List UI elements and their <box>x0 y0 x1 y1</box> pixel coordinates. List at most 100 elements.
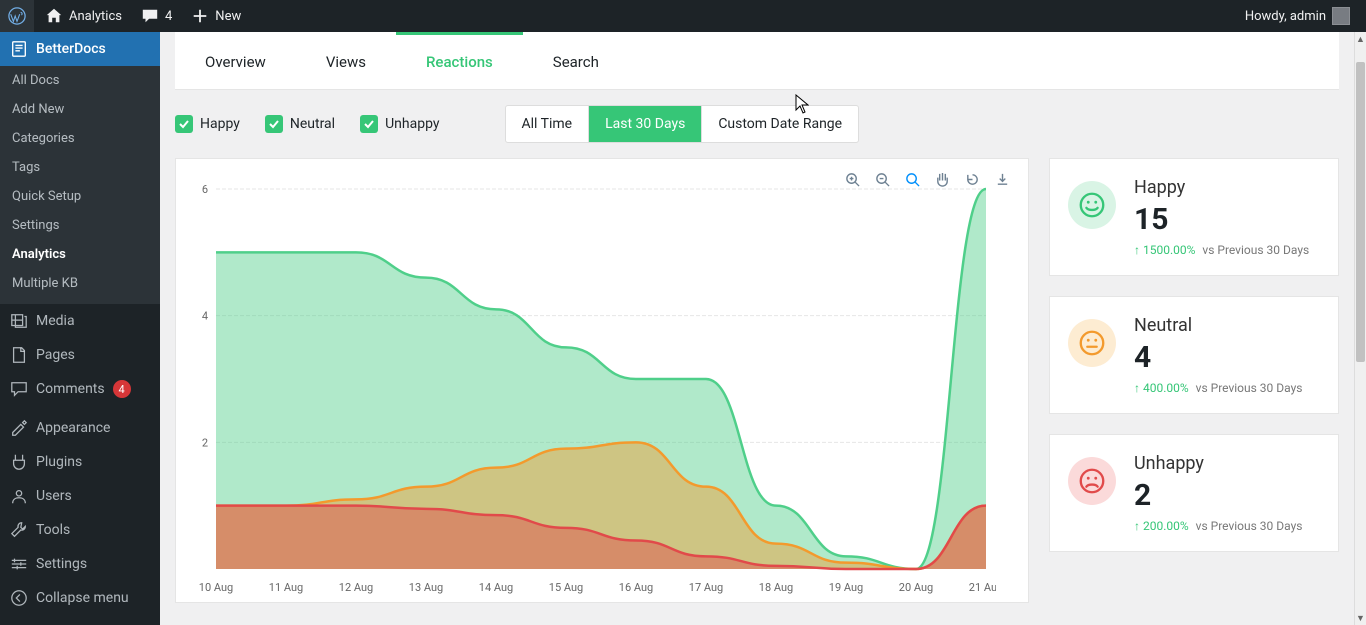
sidebar-submenu: All DocsAdd NewCategoriesTagsQuick Setup… <box>0 66 160 304</box>
sidebar-subitem-all-docs[interactable]: All Docs <box>0 66 160 95</box>
wp-logo-menu[interactable] <box>0 0 34 32</box>
appearance-icon <box>10 419 28 437</box>
filter-controls: Happy Neutral Unhappy All TimeLast 30 Da… <box>175 105 1339 143</box>
scroll-up-arrow[interactable]: ▲ <box>1355 32 1366 46</box>
comments-icon <box>10 380 28 398</box>
stat-delta: ↑ 200.00% vs Previous 30 Days <box>1134 519 1302 533</box>
settings-icon <box>10 555 28 573</box>
filter-happy-checkbox[interactable]: Happy <box>175 115 240 133</box>
sidebar-item-label: Settings <box>36 556 87 572</box>
filter-neutral-checkbox[interactable]: Neutral <box>265 115 335 133</box>
site-name-link[interactable]: Analytics <box>37 0 130 32</box>
sidebar-item-users[interactable]: Users <box>0 479 160 513</box>
zoom-out-icon[interactable] <box>874 171 890 187</box>
sidebar-item-label: Tools <box>36 522 70 538</box>
avatar <box>1332 7 1350 25</box>
sidebar-item-appearance[interactable]: Appearance <box>0 411 160 445</box>
sidebar-subitem-analytics[interactable]: Analytics <box>0 240 160 269</box>
date-range-picker: All TimeLast 30 DaysCustom Date Range <box>505 105 860 143</box>
check-icon <box>178 118 190 130</box>
sidebar-item-plugins[interactable]: Plugins <box>0 445 160 479</box>
sidebar-item-pages[interactable]: Pages <box>0 338 160 372</box>
svg-text:15 Aug: 15 Aug <box>549 581 583 594</box>
svg-text:20 Aug: 20 Aug <box>899 581 933 594</box>
howdy-text: Howdy, admin <box>1245 9 1326 24</box>
wordpress-icon <box>8 7 26 25</box>
filter-label: Happy <box>200 116 240 132</box>
svg-text:11 Aug: 11 Aug <box>269 581 303 594</box>
svg-text:16 Aug: 16 Aug <box>619 581 653 594</box>
filter-unhappy-checkbox[interactable]: Unhappy <box>360 115 439 133</box>
up-arrow-icon: ↑ <box>1134 243 1140 257</box>
stats-column: Happy 15 ↑ 1500.00% vs Previous 30 Days … <box>1049 158 1339 603</box>
comments-count: 4 <box>165 9 172 24</box>
sidebar-subitem-settings[interactable]: Settings <box>0 211 160 240</box>
svg-text:10 Aug: 10 Aug <box>199 581 233 594</box>
wp-admin-bar: Analytics 4 New Howdy, admin <box>0 0 1366 32</box>
svg-text:6: 6 <box>202 183 208 196</box>
stat-value: 4 <box>1134 340 1302 375</box>
up-arrow-icon: ↑ <box>1134 519 1140 533</box>
range-option-last-30-days[interactable]: Last 30 Days <box>589 106 702 142</box>
account-menu[interactable]: Howdy, admin <box>1237 0 1358 32</box>
stat-value: 2 <box>1134 478 1302 513</box>
stat-delta: ↑ 1500.00% vs Previous 30 Days <box>1134 243 1309 257</box>
up-arrow-icon: ↑ <box>1134 381 1140 395</box>
reactions-area-chart[interactable]: 2 4 6 10 Aug 11 Aug 12 Aug 13 Aug 14 Aug 15 Aug 1… <box>186 169 996 599</box>
main-content: OverviewViewsReactionsSearch Happy Neutr… <box>160 32 1354 625</box>
media-icon <box>10 312 28 330</box>
scroll-down-arrow[interactable]: ▼ <box>1355 611 1366 625</box>
new-label: New <box>215 9 241 24</box>
stat-card-neutral: Neutral 4 ↑ 400.00% vs Previous 30 Days <box>1049 296 1339 414</box>
happy-face-icon <box>1068 181 1116 229</box>
sidebar-item-settings[interactable]: Settings <box>0 547 160 581</box>
pages-icon <box>10 346 28 364</box>
sidebar-item-tools[interactable]: Tools <box>0 513 160 547</box>
pan-icon[interactable] <box>934 171 950 187</box>
svg-text:12 Aug: 12 Aug <box>339 581 373 594</box>
svg-text:14 Aug: 14 Aug <box>479 581 513 594</box>
zoom-select-icon[interactable] <box>904 171 920 187</box>
tools-icon <box>10 521 28 539</box>
sidebar-item-media[interactable]: Media <box>0 304 160 338</box>
scrollbar-thumb[interactable] <box>1356 62 1365 362</box>
range-option-all-time[interactable]: All Time <box>506 106 590 142</box>
sidebar-item-label: Users <box>36 488 72 504</box>
tab-views[interactable]: Views <box>296 32 396 89</box>
sidebar-item-label: Comments <box>36 381 105 397</box>
stat-delta: ↑ 400.00% vs Previous 30 Days <box>1134 381 1302 395</box>
sidebar-item-label: Collapse menu <box>36 590 129 606</box>
check-icon <box>363 118 375 130</box>
sidebar-subitem-add-new[interactable]: Add New <box>0 95 160 124</box>
svg-text:4: 4 <box>202 310 208 323</box>
reset-icon[interactable] <box>964 171 980 187</box>
sidebar-plugin-head[interactable]: BetterDocs <box>0 32 160 66</box>
download-icon[interactable] <box>994 171 1010 187</box>
plugins-icon <box>10 453 28 471</box>
sidebar-item-comments[interactable]: Comments 4 <box>0 372 160 406</box>
tab-overview[interactable]: Overview <box>175 32 296 89</box>
sidebar-subitem-quick-setup[interactable]: Quick Setup <box>0 182 160 211</box>
stat-title: Unhappy <box>1134 453 1302 474</box>
sidebar-item-label: Plugins <box>36 454 82 470</box>
betterdocs-icon <box>10 40 28 58</box>
svg-text:2: 2 <box>202 436 208 449</box>
svg-text:13 Aug: 13 Aug <box>409 581 443 594</box>
window-scrollbar[interactable]: ▲ ▼ <box>1354 32 1366 625</box>
neutral-face-icon <box>1068 319 1116 367</box>
sidebar-subitem-multiple-kb[interactable]: Multiple KB <box>0 269 160 298</box>
collapse-icon <box>10 589 28 607</box>
tab-reactions[interactable]: Reactions <box>396 32 523 89</box>
zoom-in-icon[interactable] <box>844 171 860 187</box>
tab-search[interactable]: Search <box>523 32 629 89</box>
stat-title: Happy <box>1134 177 1309 198</box>
sidebar-subitem-categories[interactable]: Categories <box>0 124 160 153</box>
filter-label: Unhappy <box>385 116 439 132</box>
stat-card-happy: Happy 15 ↑ 1500.00% vs Previous 30 Days <box>1049 158 1339 276</box>
sidebar-collapse-button[interactable]: Collapse menu <box>0 581 160 615</box>
new-content-link[interactable]: New <box>183 0 249 32</box>
range-option-custom-date-range[interactable]: Custom Date Range <box>702 106 858 142</box>
comment-icon <box>141 7 159 25</box>
comments-link[interactable]: 4 <box>133 0 180 32</box>
sidebar-subitem-tags[interactable]: Tags <box>0 153 160 182</box>
